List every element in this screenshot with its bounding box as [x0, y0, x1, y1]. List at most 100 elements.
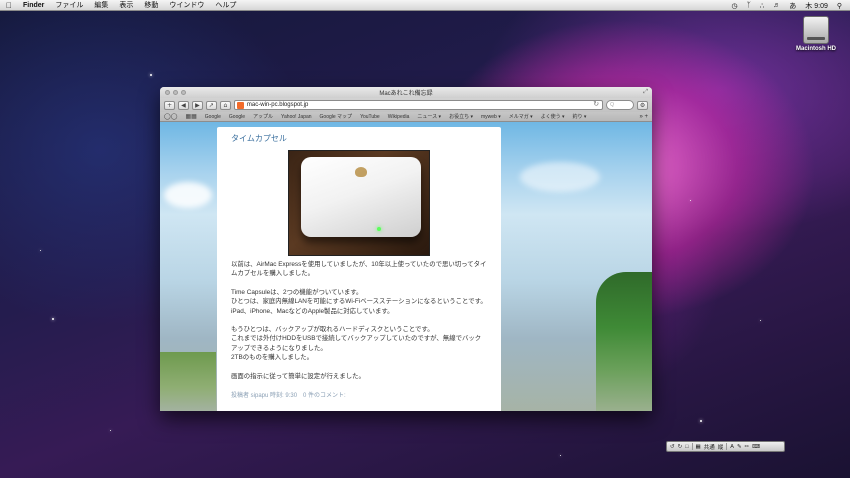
window-titlebar[interactable]: Macあれこれ備忘録 ⤢	[160, 87, 652, 98]
menu-window[interactable]: ウインドウ	[169, 0, 204, 10]
bookmark-mailmag[interactable]: メルマガ ▾	[509, 113, 533, 120]
back-button[interactable]: ◀	[177, 100, 189, 110]
time-machine-icon[interactable]: ◷	[732, 2, 738, 10]
zoom-button[interactable]	[181, 90, 186, 95]
input-method-icon[interactable]: あ	[789, 1, 796, 11]
minimize-button[interactable]	[173, 90, 178, 95]
forward-button[interactable]: ▶	[191, 100, 203, 110]
menu-app-name[interactable]: Finder	[23, 2, 44, 9]
settings-icon[interactable]: ⚙	[637, 100, 649, 110]
star	[110, 430, 111, 431]
palette-divider	[691, 443, 693, 450]
reading-list-icon[interactable]: ◯◯	[164, 113, 177, 120]
time-capsule-photo[interactable]	[288, 150, 430, 256]
post-paragraph-1: 以前は、AirMac Expressを使用していましたが、10年以上使っていたの…	[231, 261, 487, 278]
palette-divider	[726, 443, 728, 450]
bookmark-useful[interactable]: お役立ち ▾	[449, 113, 473, 120]
bookmark-youtube[interactable]: YouTube	[360, 114, 380, 120]
page-content[interactable]: タイムカプセル 以前は、AirMac Expressを使用していましたが、10年…	[160, 122, 652, 411]
menu-file[interactable]: ファイル	[55, 0, 83, 10]
bookmark-fishing[interactable]: 釣り ▾	[573, 113, 587, 120]
background-field	[160, 352, 216, 411]
wifi-icon[interactable]: ∴	[760, 2, 764, 10]
background-cloud	[520, 162, 600, 192]
star	[760, 320, 761, 321]
menu-bar:  Finder ファイル 編集 表示 移動 ウインドウ ヘルプ ◷ ᛉ ∴ ♬…	[0, 0, 850, 11]
background-trees	[596, 272, 652, 411]
close-button[interactable]	[165, 90, 170, 95]
bookmark-google-1[interactable]: Google	[205, 114, 221, 120]
hard-drive-icon	[803, 16, 829, 44]
post-line: 2TBのものを購入しました。	[231, 354, 314, 362]
bookmark-frequent[interactable]: よく使う ▾	[541, 113, 565, 120]
home-button[interactable]: ⌂	[219, 100, 231, 110]
post-line: もうひとつは、バックアップが取れるハードディスクということです。	[231, 326, 434, 334]
fullscreen-icon[interactable]: ⤢	[643, 89, 648, 96]
window-controls	[165, 90, 186, 95]
search-field[interactable]: Q	[606, 100, 635, 110]
post-paragraph-4: 画面の指示に従って簡単に設定が行えました。	[231, 372, 365, 380]
post-line: ひとつは、家庭内無線LANを可能にするWi-Fiベースステーションになるというこ…	[231, 298, 487, 306]
bookmark-news[interactable]: ニュース ▾	[417, 113, 441, 120]
top-sites-icon[interactable]: ▦▦	[185, 113, 196, 120]
undo-icon[interactable]: ↺	[670, 444, 675, 450]
menu-go[interactable]: 移動	[144, 0, 158, 10]
keyboard-icon[interactable]: ⌨	[752, 444, 760, 450]
status-led	[377, 227, 381, 231]
time-capsule-device	[301, 157, 421, 237]
bookmark-yahoo[interactable]: Yahoo! Japan	[281, 114, 312, 120]
bookmarks-bar: ◯◯ ▦▦ Google Google アップル Yahoo! Japan Go…	[160, 112, 652, 122]
post-footer[interactable]: 投稿者 sipapu 時刻: 9:30 0 件のコメント:	[231, 390, 487, 399]
brush-icon[interactable]: ✏	[745, 444, 750, 450]
palette-label-vertical[interactable]: 縦	[718, 443, 724, 451]
share-button[interactable]: ↗	[205, 100, 217, 110]
bluetooth-icon[interactable]: ᛉ	[747, 2, 751, 9]
drive-label: Macintosh HD	[795, 46, 836, 52]
grid-icon[interactable]: ▦	[696, 444, 701, 450]
volume-icon[interactable]: ♬	[773, 2, 780, 9]
menubar-clock[interactable]: 木 9:09	[805, 1, 828, 11]
pencil-icon[interactable]: ✎	[737, 444, 742, 450]
blogger-favicon-icon	[236, 101, 244, 109]
redo-icon[interactable]: ↻	[678, 444, 683, 450]
dashed-square-icon[interactable]: □	[685, 444, 688, 450]
address-bar[interactable]: mac-win-pc.blogspot.jp ↻	[233, 100, 604, 110]
blog-post: タイムカプセル 以前は、AirMac Expressを使用していましたが、10年…	[217, 127, 501, 411]
reload-icon[interactable]: ↻	[593, 101, 599, 109]
browser-toolbar: + ◀ ▶ ↗ ⌂ mac-win-pc.blogspot.jp ↻ Q ⚙	[160, 98, 652, 112]
menu-view[interactable]: 表示	[119, 0, 133, 10]
window-title: Macあれこれ備忘録	[379, 91, 433, 97]
menu-extras: ◷ ᛉ ∴ ♬ あ 木 9:09 ⚲	[732, 0, 843, 11]
bookmark-google-maps[interactable]: Google マップ	[320, 113, 353, 120]
star	[150, 74, 152, 76]
star	[690, 200, 691, 201]
star	[700, 420, 702, 422]
bookmarks-overflow-icon[interactable]: » +	[639, 114, 648, 120]
safari-window: Macあれこれ備忘録 ⤢ + ◀ ▶ ↗ ⌂ mac-win-pc.blogsp…	[160, 87, 652, 411]
post-line: iPad、iPhone、MacなどのApple製品に対応しています。	[231, 307, 394, 315]
menu-edit[interactable]: 編集	[94, 0, 108, 10]
text-icon[interactable]: A	[730, 444, 734, 450]
post-paragraph-2: Time Capsuleは、2つの機能がついています。 ひとつは、家庭内無線LA…	[231, 288, 487, 316]
post-line: Time Capsuleは、2つの機能がついています。	[231, 288, 363, 296]
post-line: これまでは外付けHDDをUSBで接続してバックアップしていたのですが、無線でバッ…	[231, 335, 482, 352]
apple-logo-icon	[355, 167, 367, 177]
address-text: mac-win-pc.blogspot.jp	[246, 102, 309, 108]
star	[560, 455, 561, 456]
palette-label-common[interactable]: 共通	[704, 443, 715, 451]
add-button[interactable]: +	[164, 100, 175, 110]
bookmark-google-2[interactable]: Google	[229, 114, 245, 120]
star	[40, 250, 41, 251]
post-paragraph-3: もうひとつは、バックアップが取れるハードディスクということです。 これまでは外付…	[231, 325, 487, 363]
star	[52, 318, 54, 320]
menu-help[interactable]: ヘルプ	[215, 0, 236, 10]
bookmark-apple[interactable]: アップル	[253, 113, 273, 120]
spotlight-icon[interactable]: ⚲	[837, 2, 842, 10]
floating-palette: ↺ ↻ □ ▦ 共通 縦 A ✎ ✏ ⌨	[666, 441, 785, 452]
apple-menu-icon[interactable]: 	[6, 1, 14, 10]
bookmark-myweb[interactable]: myweb ▾	[481, 114, 501, 120]
bookmark-wikipedia[interactable]: Wikipedia	[388, 114, 410, 120]
macintosh-hd-desktop-icon[interactable]: Macintosh HD	[794, 16, 838, 52]
post-title[interactable]: タイムカプセル	[231, 133, 487, 144]
background-cloud	[164, 182, 212, 208]
